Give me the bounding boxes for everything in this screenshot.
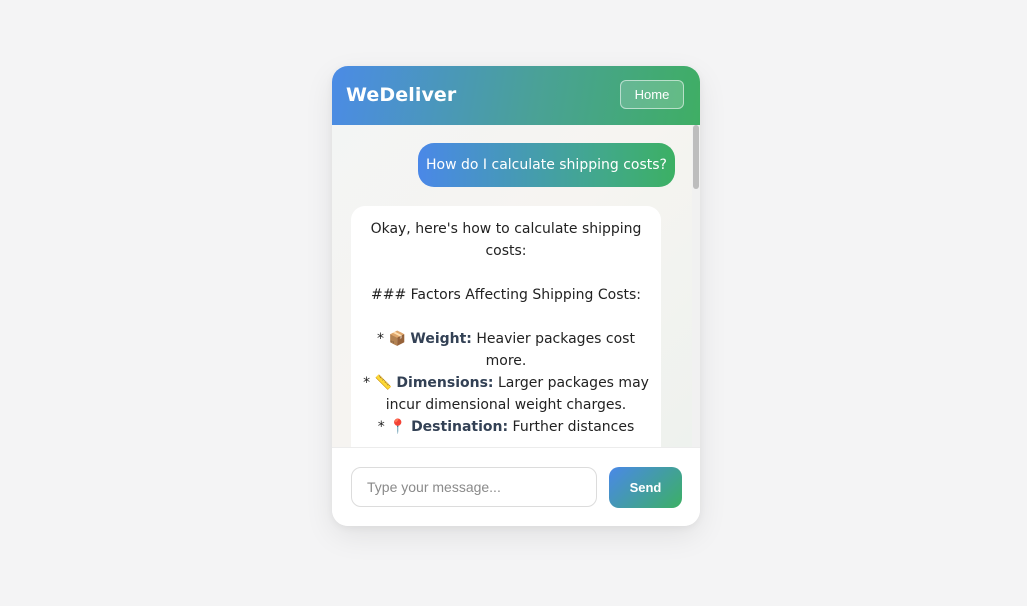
send-button[interactable]: Send (609, 467, 682, 508)
pin-icon: 📍 (389, 419, 407, 435)
message-input[interactable] (351, 467, 597, 507)
composer-bar: Send (332, 447, 700, 526)
user-message-bubble: How do I calculate shipping costs? (418, 143, 675, 187)
bullet-marker: * (363, 375, 371, 391)
chat-widget: WeDeliver Home How do I calculate shippi… (332, 66, 700, 526)
bot-message-bubble: Okay, here's how to calculate shipping c… (351, 206, 661, 447)
home-button[interactable]: Home (620, 80, 684, 109)
factor-term: Dimensions: (396, 375, 494, 391)
chat-header: WeDeliver Home (332, 66, 700, 125)
factor-term: Weight: (410, 331, 472, 347)
list-item: * 📦 Weight: Heavier packages cost more. (363, 328, 649, 372)
factor-text: Heavier packages cost more. (476, 331, 635, 369)
scrollbar[interactable] (692, 125, 700, 447)
list-item: * 📏 Dimensions: Larger packages may incu… (363, 372, 649, 416)
scroll-thumb[interactable] (693, 125, 699, 189)
package-icon: 📦 (388, 331, 406, 347)
bullet-marker: * (377, 331, 385, 347)
bot-message-intro: Okay, here's how to calculate shipping c… (370, 221, 642, 259)
factor-text: Further distances (512, 419, 635, 435)
list-item: * 📍 Destination: Further distances (363, 416, 649, 438)
brand-title: WeDeliver (346, 84, 457, 106)
bullet-marker: * (377, 419, 385, 435)
ruler-icon: 📏 (374, 375, 392, 391)
bot-message-heading: ### Factors Affecting Shipping Costs: (370, 287, 642, 303)
message-list[interactable]: How do I calculate shipping costs? Okay,… (332, 125, 700, 447)
factor-term: Destination: (411, 419, 509, 435)
